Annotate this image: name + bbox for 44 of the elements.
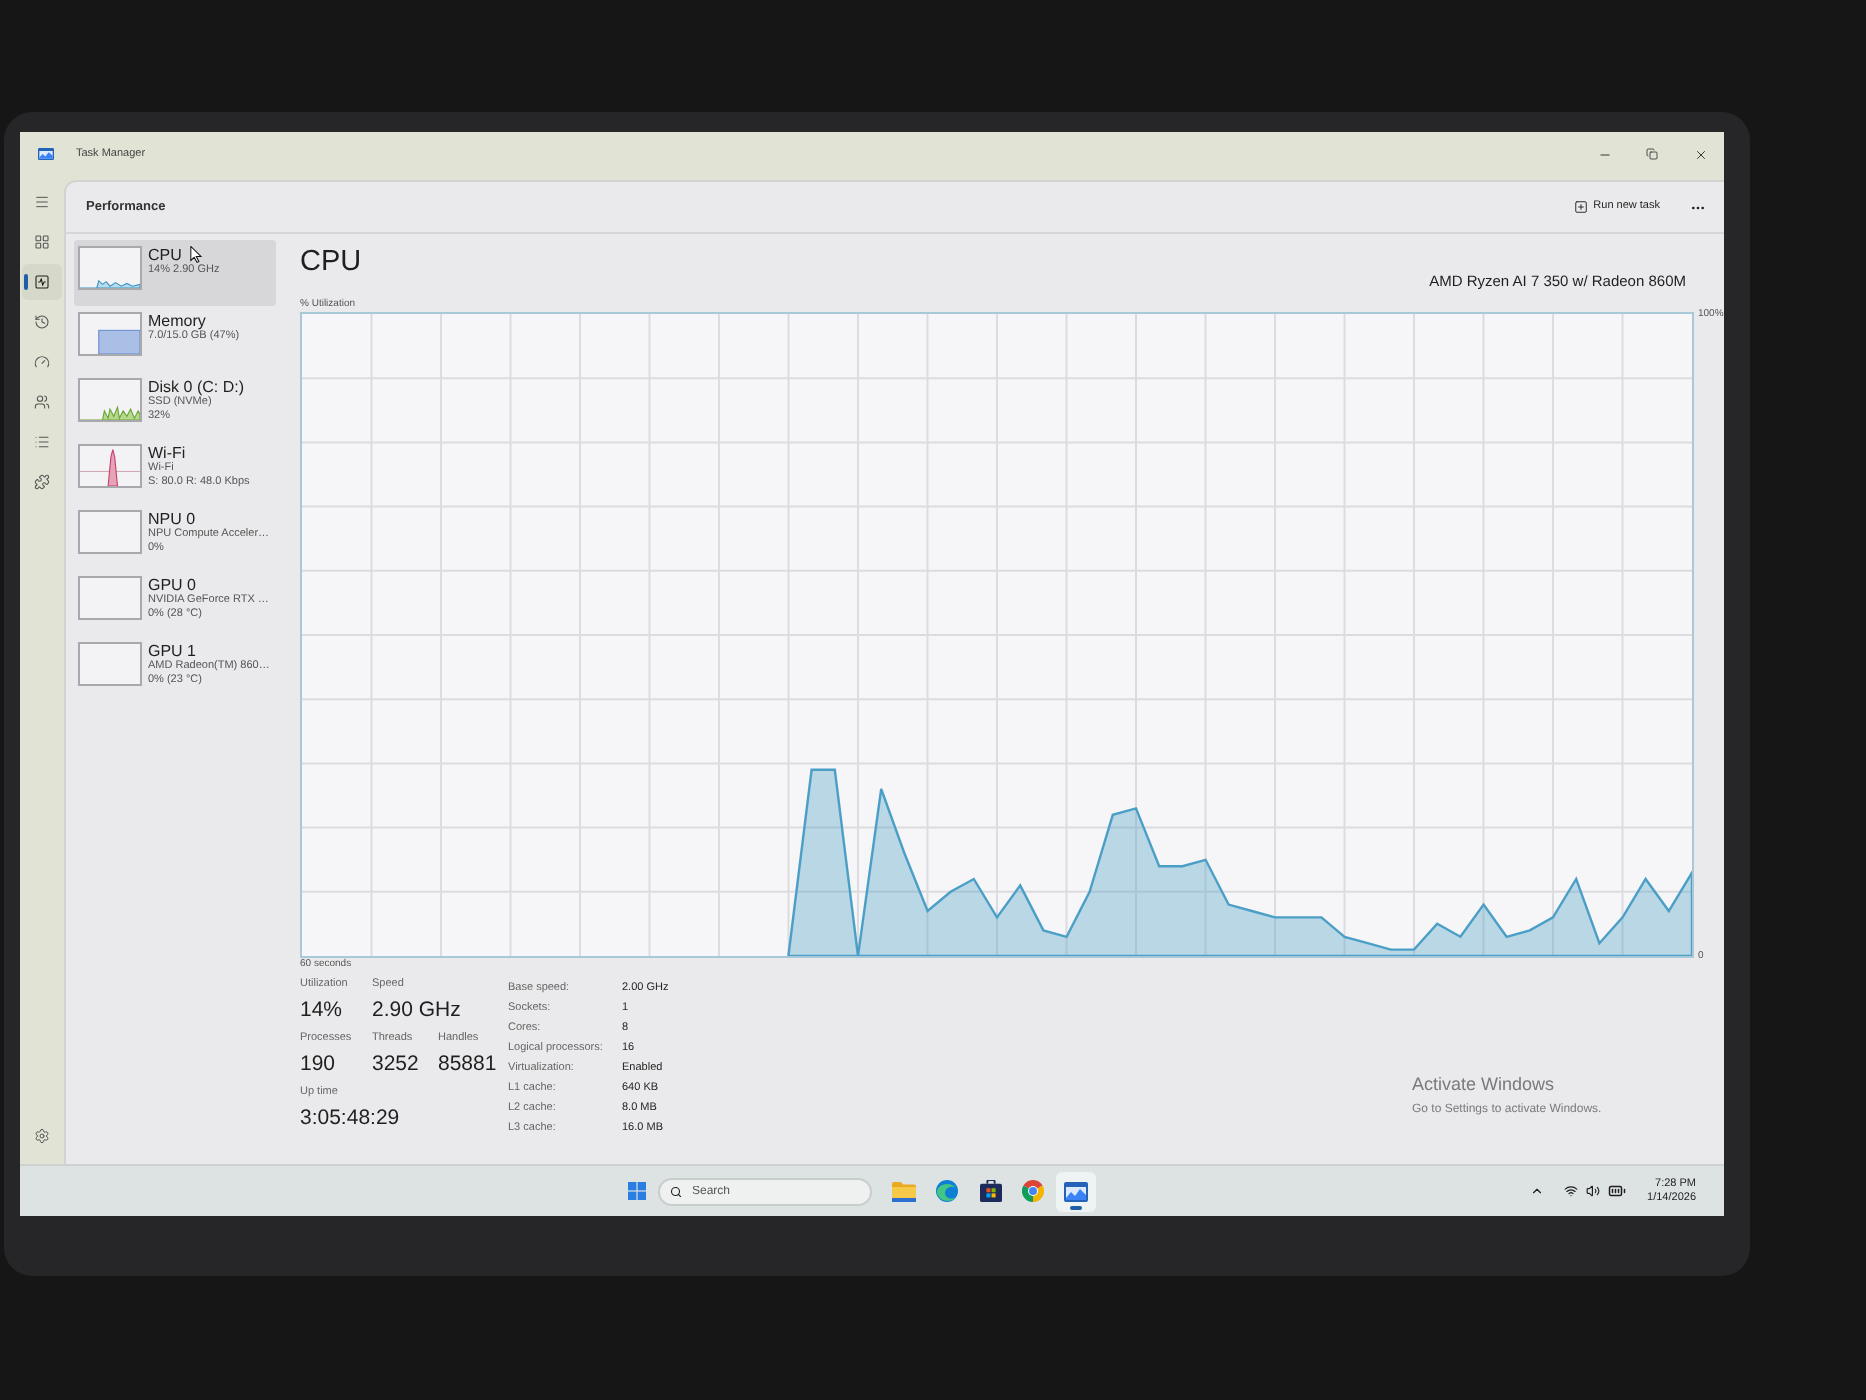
folder-icon	[892, 1181, 916, 1201]
activation-notice-title: Activate Windows	[1412, 1074, 1557, 1096]
battery-icon	[1607, 1182, 1626, 1200]
active-app-indicator-icon	[1070, 1206, 1082, 1209]
gauge-icon	[34, 354, 50, 370]
speaker-icon	[1585, 1184, 1600, 1198]
pulse-chart-icon	[34, 274, 50, 290]
disk-sparkline	[78, 378, 142, 422]
history-icon	[34, 314, 50, 330]
list-icon	[34, 434, 50, 450]
selection-indicator-icon	[24, 274, 28, 290]
stat-value: 190	[300, 1052, 336, 1078]
plus-square-icon	[1573, 200, 1588, 214]
menu-icon	[34, 194, 50, 210]
close-icon	[1693, 147, 1707, 161]
four-squares-logo-icon	[627, 1182, 645, 1200]
network-sparkline	[78, 444, 142, 488]
settings-icon	[34, 1128, 50, 1144]
graph-window-icon	[38, 148, 54, 160]
chevron-up-icon	[1530, 1184, 1545, 1198]
stat-value: 14%	[300, 998, 343, 1024]
grid-icon	[34, 234, 50, 250]
nav-button[interactable]	[22, 264, 62, 300]
empty-graph-frame	[78, 510, 142, 554]
stat-value: 2.90 GHz	[372, 998, 461, 1024]
puzzle-piece-icon	[34, 474, 50, 490]
wave-logo-icon	[936, 1180, 958, 1202]
stat-value: 3:05:48:29	[300, 1106, 400, 1132]
restore-icon	[1646, 148, 1658, 160]
wifi-icon	[1563, 1184, 1578, 1198]
taskbar-app-button[interactable]	[1056, 1171, 1096, 1211]
graph-window-icon	[1064, 1181, 1088, 1201]
panel-title: CPU	[300, 246, 362, 282]
stat-value: 3252	[372, 1052, 419, 1078]
search-icon	[670, 1185, 682, 1197]
shopping-bag-icon	[979, 1180, 1001, 1202]
memory-sparkline	[78, 312, 142, 356]
empty-graph-frame	[78, 576, 142, 620]
stat-value: 85881	[438, 1052, 497, 1078]
tricolor-circle-logo-icon	[1022, 1180, 1044, 1202]
mouse-pointer-icon	[190, 246, 202, 263]
cpu-sparkline	[78, 246, 142, 290]
empty-graph-frame	[78, 642, 142, 686]
users-icon	[34, 394, 50, 410]
